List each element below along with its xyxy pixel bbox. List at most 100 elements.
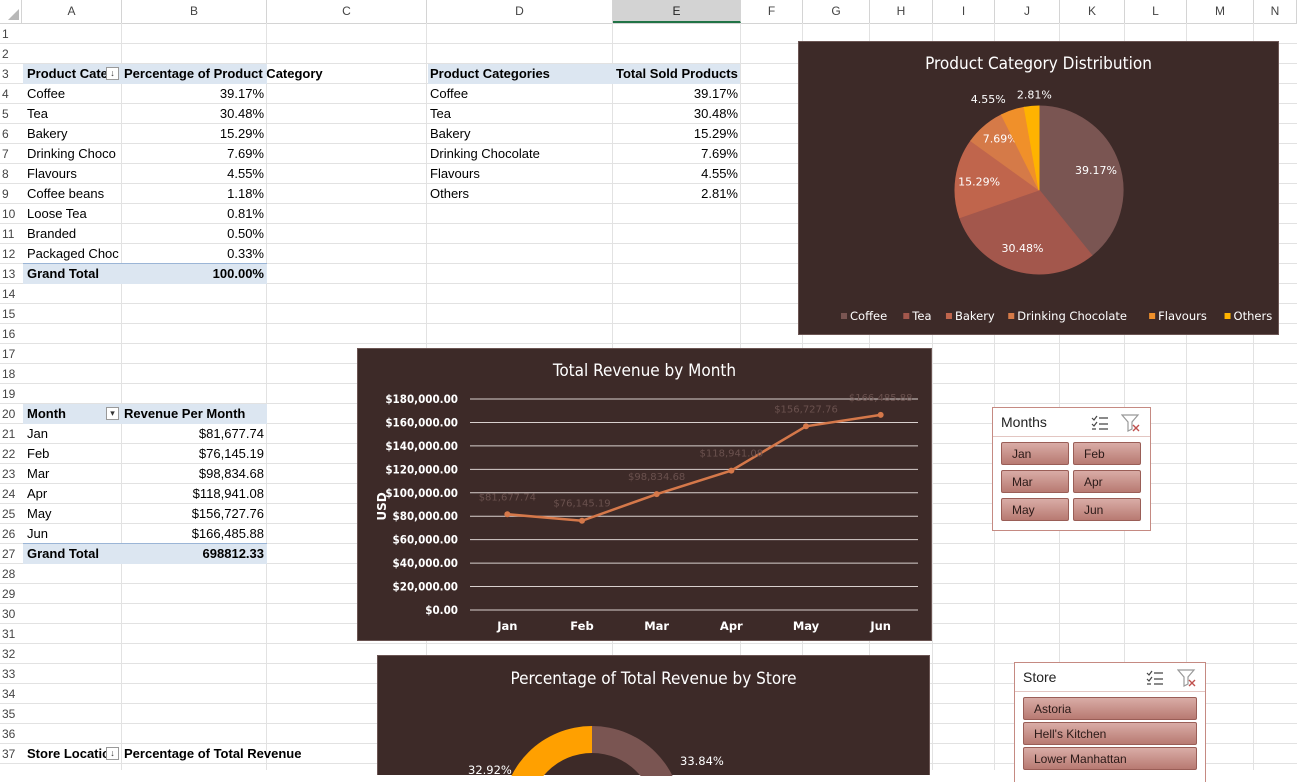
column-header-n[interactable]: N <box>1254 0 1297 23</box>
filter-dropdown-icon[interactable]: ↓ <box>106 67 119 80</box>
row-header-16[interactable]: 16 <box>0 324 22 344</box>
column-header-d[interactable]: D <box>427 0 613 23</box>
row-header-8[interactable]: 8 <box>0 164 22 184</box>
row-header-separator <box>0 303 22 304</box>
row-header-7[interactable]: 7 <box>0 144 22 164</box>
row-header-36[interactable]: 36 <box>0 724 22 744</box>
row-header-18[interactable]: 18 <box>0 364 22 384</box>
clear-filter-icon[interactable] <box>1177 669 1197 687</box>
months-slicer[interactable]: Months Jan Feb Mar Apr May Jun <box>992 407 1151 531</box>
row-header-separator <box>0 483 22 484</box>
slicer-divider <box>1015 691 1205 692</box>
row-header-19[interactable]: 19 <box>0 384 22 404</box>
row-header-separator <box>0 63 22 64</box>
store-slicer[interactable]: Store Astoria Hell's Kitchen Lower Manhatt… <box>1014 662 1206 782</box>
slicer-item-lower-manhattan[interactable]: Lower Manhattan <box>1023 747 1197 770</box>
multi-select-icon[interactable] <box>1146 670 1164 686</box>
row-header-2[interactable]: 2 <box>0 44 22 64</box>
row-header-31[interactable]: 31 <box>0 624 22 644</box>
column-header-a[interactable]: A <box>22 0 122 23</box>
row-header-13[interactable]: 13 <box>0 264 22 284</box>
row-header-26[interactable]: 26 <box>0 524 22 544</box>
row-header-1[interactable]: 1 <box>0 24 22 44</box>
column-header-g[interactable]: G <box>803 0 870 23</box>
row-header-35[interactable]: 35 <box>0 704 22 724</box>
slicer-item-mar[interactable]: Mar <box>1001 470 1069 493</box>
filter-dropdown-icon[interactable]: ↓ <box>106 747 119 760</box>
filter-dropdown-icon[interactable]: ▾ <box>106 407 119 420</box>
column-header-l[interactable]: L <box>1125 0 1187 23</box>
row-header-23[interactable]: 23 <box>0 464 22 484</box>
table-category-name: Tea <box>430 106 451 121</box>
row-header-37[interactable]: 37 <box>0 744 22 764</box>
column-header-i[interactable]: I <box>933 0 995 23</box>
slicer-item-feb[interactable]: Feb <box>1073 442 1141 465</box>
revenue-line-chart[interactable]: Total Revenue by Month $0.00 $20,000.00 $4… <box>357 348 932 641</box>
pivot-category-name: Coffee <box>27 86 66 101</box>
row-header-32[interactable]: 32 <box>0 644 22 664</box>
row-header-22[interactable]: 22 <box>0 444 22 464</box>
slicer-item-astoria[interactable]: Astoria <box>1023 697 1197 720</box>
slicer-item-jan[interactable]: Jan <box>1001 442 1069 465</box>
row-header-9[interactable]: 9 <box>0 184 22 204</box>
row-header-24[interactable]: 24 <box>0 484 22 504</box>
row-header-4[interactable]: 4 <box>0 84 22 104</box>
row-header-15[interactable]: 15 <box>0 304 22 324</box>
column-header-k[interactable]: K <box>1060 0 1125 23</box>
slicer-item-may[interactable]: May <box>1001 498 1069 521</box>
pivot-category-total-label: Grand Total <box>27 266 99 281</box>
row-header-separator <box>0 363 22 364</box>
row-header-6[interactable]: 6 <box>0 124 22 144</box>
row-header-separator <box>0 263 22 264</box>
row-header-20[interactable]: 20 <box>0 404 22 424</box>
pivot-category-name: Coffee beans <box>27 186 105 201</box>
row-header-12[interactable]: 12 <box>0 244 22 264</box>
store-revenue-donut-chart[interactable]: Percentage of Total Revenue by Store 33.… <box>377 655 930 776</box>
pivot-category-percent: 39.17% <box>219 86 264 101</box>
row-header-34[interactable]: 34 <box>0 684 22 704</box>
column-gridline <box>266 23 267 770</box>
data-point <box>579 517 585 524</box>
row-header-25[interactable]: 25 <box>0 504 22 524</box>
row-header-21[interactable]: 21 <box>0 424 22 444</box>
table-category-percent: 7.69% <box>701 146 738 161</box>
row-header-3[interactable]: 3 <box>0 64 22 84</box>
row-header-17[interactable]: 17 <box>0 344 22 364</box>
slicer-item-hell-s-kitchen[interactable]: Hell's Kitchen <box>1023 722 1197 745</box>
slicer-title: Store <box>1023 669 1057 685</box>
data-label: 39.17% <box>1075 164 1117 177</box>
column-header-h[interactable]: H <box>870 0 933 23</box>
column-header-c[interactable]: C <box>267 0 427 23</box>
select-all-corner[interactable] <box>0 0 22 23</box>
row-header-11[interactable]: 11 <box>0 224 22 244</box>
pivot-category-name: Flavours <box>27 166 77 181</box>
row-header-29[interactable]: 29 <box>0 584 22 604</box>
row-header-27[interactable]: 27 <box>0 544 22 564</box>
pivot-month-header-a: Month <box>27 406 66 421</box>
column-header-j[interactable]: J <box>995 0 1060 23</box>
product-category-pie-chart[interactable]: Product Category Distribution 39.17% 30.4… <box>798 41 1279 335</box>
row-header-separator <box>0 583 22 584</box>
row-header-33[interactable]: 33 <box>0 664 22 684</box>
slicer-item-apr[interactable]: Apr <box>1073 470 1141 493</box>
pivot-category-total-value: 100.00% <box>212 266 264 281</box>
multi-select-icon[interactable] <box>1091 415 1109 431</box>
y-axis-label: USD <box>375 492 389 520</box>
row-header-14[interactable]: 14 <box>0 284 22 304</box>
slicer-item-jun[interactable]: Jun <box>1073 498 1141 521</box>
table-category-name: Flavours <box>430 166 480 181</box>
column-header-e[interactable]: E <box>613 0 741 23</box>
row-header-30[interactable]: 30 <box>0 604 22 624</box>
clear-filter-icon[interactable] <box>1121 414 1141 432</box>
column-header-m[interactable]: M <box>1187 0 1254 23</box>
row-header-5[interactable]: 5 <box>0 104 22 124</box>
legend-label: Drinking Chocolate <box>1017 309 1127 323</box>
row-header-28[interactable]: 28 <box>0 564 22 584</box>
row-header-separator <box>0 683 22 684</box>
row-header-10[interactable]: 10 <box>0 204 22 224</box>
data-label: $156,727.76 <box>774 404 838 415</box>
column-header-b[interactable]: B <box>122 0 267 23</box>
y-tick-label: $80,000.00 <box>393 509 458 523</box>
pivot-month-name: Jun <box>27 526 48 541</box>
column-header-f[interactable]: F <box>741 0 803 23</box>
